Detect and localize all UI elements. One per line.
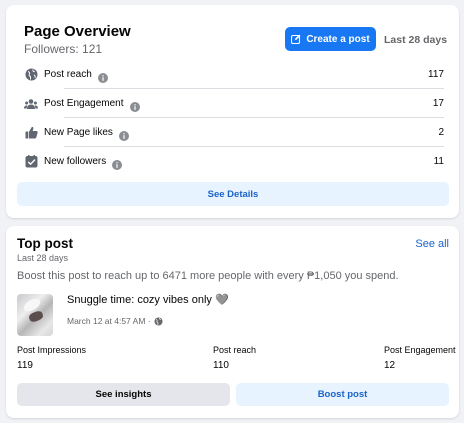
info-icon[interactable] [97, 70, 108, 83]
metric-value: 2 [438, 127, 444, 138]
overview-period: Last 28 days [384, 34, 448, 46]
metric-row-post-engagement[interactable]: Post Engagement 17 [24, 89, 444, 118]
people-icon [24, 97, 38, 111]
info-icon[interactable] [112, 157, 123, 170]
thumbs-up-icon [24, 126, 38, 140]
create-post-label: Create a post [306, 33, 370, 45]
metric-value: 11 [433, 156, 444, 167]
metric-value: 17 [432, 98, 444, 109]
post-date: March 12 at 4:57 AM · [67, 316, 151, 326]
post-thumbnail[interactable] [17, 294, 53, 336]
metric-label: New Page likes [44, 127, 113, 138]
top-post-period: Last 28 days [17, 253, 69, 263]
page-overview-title: Page Overview [24, 23, 131, 40]
stat-value-engagement: 12 [384, 360, 396, 371]
see-all-link[interactable]: See all [415, 238, 449, 250]
follow-check-icon [24, 155, 38, 169]
stat-label-engagement: Post Engagement [384, 345, 456, 355]
see-details-button[interactable]: See Details [17, 182, 449, 206]
metric-label: Post Engagement [44, 98, 124, 109]
stat-label-impressions: Post Impressions [17, 345, 87, 355]
info-icon[interactable] [118, 128, 129, 141]
metric-row-new-page-likes[interactable]: New Page likes 2 [24, 118, 444, 147]
metric-row-post-reach[interactable]: Post reach 117 [24, 60, 444, 89]
stat-value-reach: 110 [213, 360, 229, 371]
globe-icon [154, 317, 163, 325]
create-post-button[interactable]: Create a post [285, 27, 376, 51]
page-overview-card: Page Overview Followers: 121 Create a po… [6, 5, 459, 218]
stat-label-reach: Post reach [213, 345, 257, 355]
post-title[interactable]: Snuggle time: cozy vibes only 🩶 [67, 293, 229, 306]
info-icon[interactable] [129, 99, 140, 112]
metric-label: Post reach [44, 69, 92, 80]
globe-icon [24, 68, 38, 82]
edit-icon [291, 34, 301, 44]
boost-post-button[interactable]: Boost post [236, 383, 449, 406]
top-post-card: Top post See all Last 28 days Boost this… [6, 226, 459, 418]
stat-value-impressions: 119 [17, 360, 33, 371]
metric-row-new-followers[interactable]: New followers 11 [24, 147, 444, 176]
post-meta: March 12 at 4:57 AM · [67, 316, 163, 326]
top-post-title: Top post [17, 236, 73, 251]
metric-value: 117 [428, 69, 444, 80]
boost-suggestion-text: Boost this post to reach up to 6471 more… [17, 270, 399, 282]
see-insights-button[interactable]: See insights [17, 383, 230, 406]
metric-label: New followers [44, 156, 107, 167]
followers-count: Followers: 121 [24, 42, 103, 56]
